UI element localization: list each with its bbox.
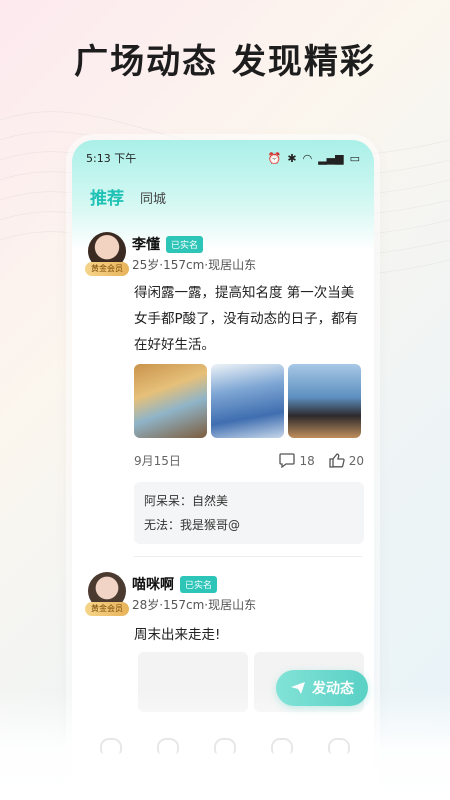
post-date: 9月15日 bbox=[134, 454, 181, 468]
avatar[interactable]: 黄金会员 bbox=[85, 572, 129, 616]
wifi-icon: ◠ bbox=[302, 151, 313, 165]
user-name[interactable]: 李懂 bbox=[132, 234, 160, 254]
home-tab-icon[interactable] bbox=[100, 738, 122, 754]
comment-text: 我是猴哥@ bbox=[180, 518, 241, 532]
feed-tabs: 推荐 同城 bbox=[72, 166, 374, 209]
post-divider bbox=[134, 556, 362, 557]
post-image[interactable] bbox=[134, 364, 207, 438]
user-name[interactable]: 喵咪啊 bbox=[132, 574, 174, 594]
post-image[interactable] bbox=[288, 364, 361, 438]
verified-badge: 已实名 bbox=[180, 575, 218, 593]
comment-button[interactable]: 18 bbox=[279, 453, 315, 468]
heart-tab-icon[interactable] bbox=[157, 738, 179, 754]
alarm-icon: ⏰ bbox=[267, 151, 282, 165]
post-content: 周末出来走走! bbox=[134, 627, 221, 643]
profile-tab-icon[interactable] bbox=[328, 738, 350, 754]
square-tab-icon[interactable] bbox=[214, 738, 236, 754]
post-image[interactable] bbox=[211, 364, 284, 438]
signal-icon: ▂▄▆ bbox=[318, 151, 344, 165]
user-meta: 25岁·157cm·现居山东 bbox=[132, 258, 257, 272]
post-content: 得闲露一露，提高知名度 第一次当美女手都P酸了，没有动态的日子，都有在好好生活。 bbox=[134, 285, 359, 353]
comment-list: 阿呆呆：自然美 无法：我是猴哥@ bbox=[134, 482, 364, 544]
page-headline: 广场动态 发现精彩 bbox=[74, 42, 376, 82]
post-status-button[interactable]: 发动态 bbox=[276, 670, 368, 706]
message-tab-icon[interactable] bbox=[271, 738, 293, 754]
status-icons: ⏰ ✱ ◠ ▂▄▆ ▭ bbox=[268, 152, 360, 165]
post-images bbox=[134, 364, 361, 438]
thumbs-up-icon bbox=[329, 453, 345, 468]
avatar[interactable]: 黄金会员 bbox=[85, 232, 129, 276]
status-bar: 5:13 下午 ⏰ ✱ ◠ ▂▄▆ ▭ bbox=[72, 140, 374, 166]
verified-badge: 已实名 bbox=[166, 235, 204, 253]
comment-text: 自然美 bbox=[192, 494, 229, 508]
comment-count: 18 bbox=[299, 453, 315, 468]
post-stats: 18 20 bbox=[279, 453, 364, 468]
tab-nearby[interactable]: 同城 bbox=[140, 188, 166, 209]
bluetooth-icon: ✱ bbox=[287, 151, 297, 165]
user-meta: 28岁·157cm·现居山东 bbox=[132, 598, 257, 612]
like-button[interactable]: 20 bbox=[329, 453, 364, 468]
post-footer: 9月15日 18 20 bbox=[134, 452, 364, 469]
post-status-label: 发动态 bbox=[312, 681, 354, 697]
send-icon bbox=[291, 682, 305, 694]
comment-user: 阿呆呆： bbox=[144, 494, 193, 508]
status-time: 5:13 下午 bbox=[86, 152, 137, 165]
name-row: 喵咪啊 已实名 bbox=[132, 574, 218, 594]
tab-recommend[interactable]: 推荐 bbox=[90, 184, 124, 209]
bottom-tab-bar bbox=[100, 738, 350, 754]
comment-item[interactable]: 无法：我是猴哥@ bbox=[144, 513, 354, 537]
comment-item[interactable]: 阿呆呆：自然美 bbox=[144, 489, 354, 513]
comment-icon bbox=[279, 453, 296, 468]
name-row: 李懂 已实名 bbox=[132, 234, 204, 254]
like-count: 20 bbox=[348, 453, 364, 468]
member-badge: 黄金会员 bbox=[85, 262, 129, 276]
member-badge: 黄金会员 bbox=[85, 602, 129, 616]
battery-icon: ▭ bbox=[349, 151, 360, 165]
comment-user: 无法： bbox=[144, 518, 181, 532]
